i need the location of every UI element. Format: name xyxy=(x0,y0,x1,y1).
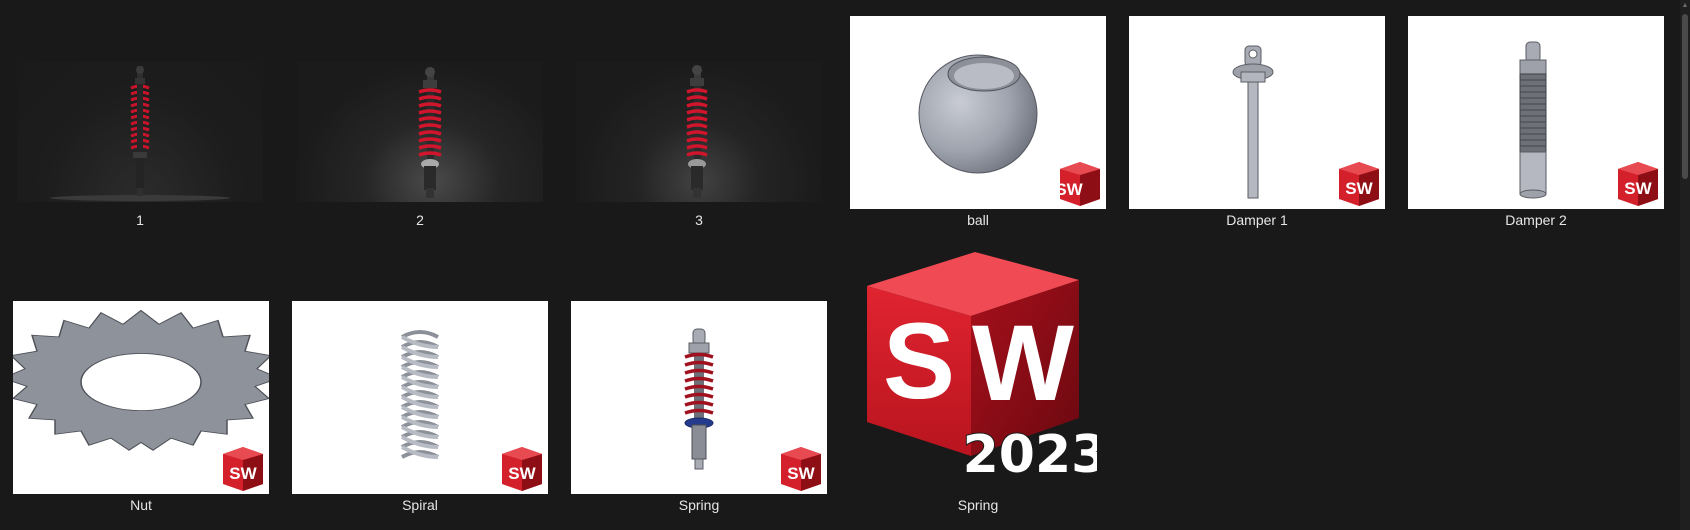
file-thumbnail: SW xyxy=(571,301,827,494)
file-tile-ball[interactable]: SW ball xyxy=(849,16,1107,232)
file-tile-damper-1[interactable]: SW Damper 1 xyxy=(1128,16,1386,232)
solidworks-badge: SW xyxy=(219,444,267,492)
file-name: 1 xyxy=(136,212,144,228)
badge-s-letters: SW xyxy=(1056,180,1084,199)
file-tile-spring-assembly[interactable]: SW Spring xyxy=(570,301,828,517)
big-icon-year: 2023 xyxy=(963,425,1097,480)
file-name: Spring xyxy=(678,497,720,513)
file-thumbnail: SW xyxy=(850,16,1106,209)
file-tile-2[interactable]: 2 xyxy=(292,62,548,232)
file-thumbnail: SW xyxy=(1129,16,1385,209)
file-tile-1[interactable]: 1 xyxy=(12,62,268,232)
svg-text:W: W xyxy=(972,302,1074,423)
file-name: 3 xyxy=(695,212,703,228)
solidworks-badge: SW xyxy=(1614,159,1662,207)
svg-text:S: S xyxy=(883,300,955,421)
file-name: Spring xyxy=(957,497,999,513)
file-name: Nut xyxy=(130,497,152,513)
file-thumbnail: SW xyxy=(1408,16,1664,209)
file-tile-nut[interactable]: SW Nut xyxy=(12,301,270,517)
file-thumbnail xyxy=(297,62,543,202)
file-name: Spiral xyxy=(402,497,438,513)
solidworks-badge: SW xyxy=(498,444,546,492)
solidworks-assembly-badge: SW xyxy=(777,444,825,492)
scroll-up-arrow-icon[interactable]: ▲ xyxy=(1681,2,1689,10)
file-thumbnail: SW xyxy=(292,301,548,494)
file-thumbnail xyxy=(17,62,263,202)
file-tile-3[interactable]: 3 xyxy=(571,62,827,232)
file-tile-spring-icon[interactable]: SW S W 2023 Spring xyxy=(849,250,1108,517)
badge-letters: SW xyxy=(1345,179,1373,198)
file-tile-spiral[interactable]: SW Spiral xyxy=(291,301,549,517)
file-thumbnail: SW xyxy=(13,301,269,494)
badge-letters: SW xyxy=(229,464,257,483)
file-name: ball xyxy=(967,212,989,228)
file-name: Damper 1 xyxy=(1226,212,1288,228)
shock-absorber-render xyxy=(50,66,230,201)
shock-absorber-render xyxy=(686,65,708,198)
vertical-scrollbar[interactable]: ▲ xyxy=(1680,0,1690,530)
solidworks-badge: SW xyxy=(1335,159,1383,207)
file-thumbnail xyxy=(576,62,822,202)
badge-letters: SW xyxy=(508,464,536,483)
shock-absorber-render xyxy=(418,67,442,198)
badge-letters: SW xyxy=(787,464,815,483)
file-name: Damper 2 xyxy=(1505,212,1567,228)
solidworks-2023-file-icon: SW S W 2023 xyxy=(863,250,1108,486)
scrollbar-thumb[interactable] xyxy=(1682,14,1688,179)
badge-letters: SW xyxy=(1624,179,1652,198)
file-tile-damper-2[interactable]: SW Damper 2 xyxy=(1407,16,1665,232)
solidworks-badge: SW xyxy=(1056,159,1104,207)
file-name: 2 xyxy=(416,212,424,228)
